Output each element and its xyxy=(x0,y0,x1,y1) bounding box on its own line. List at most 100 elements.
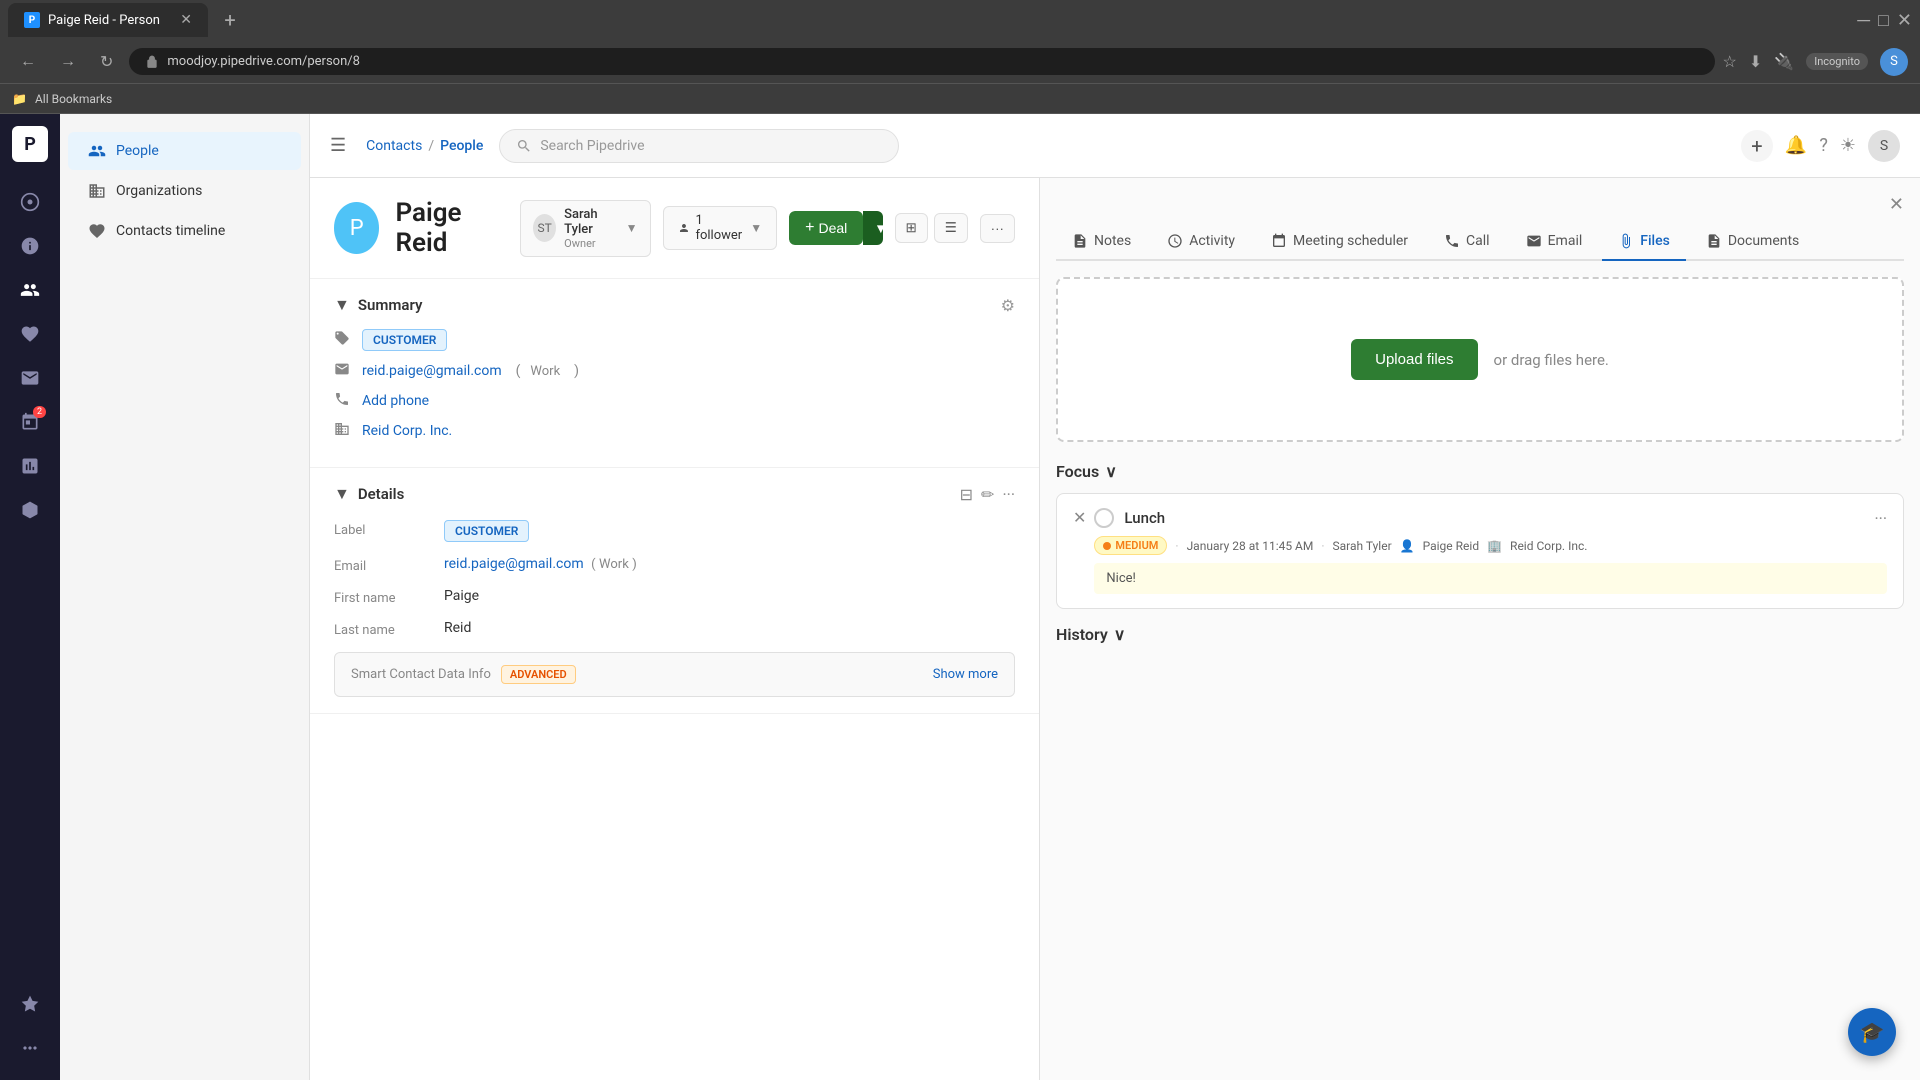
reload-button[interactable]: ↻ xyxy=(92,48,121,76)
deal-dropdown-button[interactable]: ▼ xyxy=(863,211,882,245)
sidebar: People Organizations Contacts timeline xyxy=(60,114,310,1080)
tab-documents[interactable]: Documents xyxy=(1690,223,1815,261)
company-icon-meta: 🏢 xyxy=(1487,539,1502,553)
url-display: moodjoy.pipedrive.com/person/8 xyxy=(167,54,360,69)
menu-toggle-icon[interactable]: ☰ xyxy=(330,135,346,156)
show-more-button[interactable]: Show more xyxy=(933,667,998,682)
download-icon[interactable]: ⬇ xyxy=(1749,52,1762,71)
settings-icon[interactable]: ☀ xyxy=(1840,135,1856,156)
back-button[interactable]: ← xyxy=(12,49,44,75)
activity-card-top: ✕ Lunch ··· xyxy=(1073,508,1887,594)
summary-settings-icon[interactable]: ⚙ xyxy=(1001,296,1015,315)
sidebar-item-people[interactable]: People xyxy=(68,132,301,170)
tab-email[interactable]: Email xyxy=(1510,223,1599,261)
search-bar[interactable]: Search Pipedrive xyxy=(499,129,899,163)
nav-reports-icon[interactable] xyxy=(10,446,50,486)
tab-activity[interactable]: Activity xyxy=(1151,223,1251,261)
maximize-button[interactable]: □ xyxy=(1878,10,1889,31)
nav-mail-icon[interactable] xyxy=(10,358,50,398)
profile-icon[interactable]: S xyxy=(1880,48,1908,76)
more-options-button[interactable]: ··· xyxy=(980,214,1015,243)
sidebar-item-organizations[interactable]: Organizations xyxy=(68,172,301,210)
owner-selector[interactable]: ST Sarah Tyler Owner ▼ xyxy=(520,200,650,257)
nav-rail: P 2 xyxy=(0,114,60,1080)
tab-meeting-scheduler[interactable]: Meeting scheduler xyxy=(1255,223,1424,261)
details-header: ▼ Details ⊟ ✏ ··· xyxy=(334,484,1015,504)
focus-chevron-icon: ∨ xyxy=(1105,462,1117,481)
tab-files[interactable]: Files xyxy=(1602,223,1686,261)
email-detail-type-label: Work xyxy=(599,557,629,572)
topbar: ☰ Contacts / People Search Pipedrive + 🔔… xyxy=(310,114,1920,178)
details-toggle[interactable]: ▼ xyxy=(334,484,350,504)
focus-header[interactable]: Focus ∨ xyxy=(1056,462,1904,481)
history-header[interactable]: History ∨ xyxy=(1056,625,1904,644)
extensions-icon[interactable]: 🔌 xyxy=(1774,52,1794,71)
people-icon xyxy=(88,142,106,160)
company-link[interactable]: Reid Corp. Inc. xyxy=(362,423,452,439)
nav-contacts-icon[interactable] xyxy=(10,270,50,310)
breadcrumb-contacts[interactable]: Contacts xyxy=(366,138,422,154)
bookmark-star-icon[interactable]: ☆ xyxy=(1723,52,1737,71)
more-details-icon[interactable]: ··· xyxy=(1002,485,1015,504)
list-view-button[interactable]: ☰ xyxy=(934,213,968,243)
notes-tab-icon xyxy=(1072,233,1088,249)
tab-close-button[interactable]: ✕ xyxy=(180,12,192,28)
email-detail-link[interactable]: reid.paige@gmail.com xyxy=(444,556,584,572)
focus-section: Focus ∨ ✕ Lunch ··· xyxy=(1056,462,1904,609)
help-widget-button[interactable]: 🎓 xyxy=(1848,1008,1896,1056)
tabs-row: Notes Activity Meeting scheduler Ca xyxy=(1056,223,1904,261)
help-icon[interactable]: ? xyxy=(1819,135,1828,156)
email-tab-icon xyxy=(1526,233,1542,249)
follower-button[interactable]: 1 follower ▼ xyxy=(663,206,778,250)
follower-count: 1 follower xyxy=(695,213,744,243)
summary-toggle[interactable]: ▼ xyxy=(334,295,350,315)
grid-view-button[interactable]: ⊞ xyxy=(895,213,928,243)
email-link[interactable]: reid.paige@gmail.com xyxy=(362,363,502,379)
summary-title: Summary xyxy=(358,296,423,314)
filter-icon[interactable]: ⊟ xyxy=(960,485,973,504)
nav-home-icon[interactable] xyxy=(10,182,50,222)
browser-tab[interactable]: P Paige Reid - Person ✕ xyxy=(8,3,208,37)
phone-row: Add phone xyxy=(334,391,1015,411)
nav-products-icon[interactable] xyxy=(10,490,50,530)
sidebar-item-contacts-timeline[interactable]: Contacts timeline xyxy=(68,212,301,250)
app-logo[interactable]: P xyxy=(12,126,48,162)
advanced-badge: ADVANCED xyxy=(501,665,576,684)
add-phone-button[interactable]: Add phone xyxy=(362,393,429,409)
nav-more-icon[interactable] xyxy=(10,1028,50,1068)
tab-title: Paige Reid - Person xyxy=(48,13,160,28)
nav-calendar-icon[interactable]: 2 xyxy=(10,402,50,442)
nav-automations-icon[interactable] xyxy=(10,984,50,1024)
user-avatar[interactable]: S xyxy=(1868,130,1900,162)
dismiss-button[interactable]: ✕ xyxy=(1073,508,1086,527)
content-area: P Paige Reid ST Sarah Tyler Owner ▼ xyxy=(310,178,1920,1080)
activity-owner: Sarah Tyler xyxy=(1333,539,1392,553)
activity-status-circle[interactable] xyxy=(1094,508,1114,528)
bookmarks-label[interactable]: All Bookmarks xyxy=(35,92,112,106)
tab-call[interactable]: Call xyxy=(1428,223,1506,261)
activity-date: January 28 at 11:45 AM xyxy=(1187,539,1314,553)
close-panel-button[interactable]: ✕ xyxy=(1889,194,1904,215)
company-icon xyxy=(334,421,352,441)
add-button[interactable]: + xyxy=(1741,130,1773,162)
history-section: History ∨ xyxy=(1056,625,1904,644)
notifications-icon[interactable]: 🔔 xyxy=(1785,135,1807,156)
bookmarks-folder-icon: 📁 xyxy=(12,92,27,106)
edit-icon[interactable]: ✏ xyxy=(981,485,994,504)
owner-role: Owner xyxy=(564,237,617,250)
nav-leads-icon[interactable] xyxy=(10,314,50,354)
tab-notes[interactable]: Notes xyxy=(1056,223,1147,261)
activity-more-button[interactable]: ··· xyxy=(1874,509,1887,528)
email-icon xyxy=(334,361,352,381)
label-field-label: Label xyxy=(334,520,444,542)
nav-deals-icon[interactable] xyxy=(10,226,50,266)
upload-files-button[interactable]: Upload files xyxy=(1351,339,1477,380)
activity-note: Nice! xyxy=(1094,563,1887,594)
minimize-button[interactable]: ─ xyxy=(1857,10,1870,31)
new-tab-button[interactable]: + xyxy=(216,6,244,34)
deal-button[interactable]: + Deal xyxy=(789,211,863,245)
close-window-button[interactable]: ✕ xyxy=(1897,10,1912,31)
forward-button[interactable]: → xyxy=(52,49,84,75)
upload-area: Upload files or drag files here. xyxy=(1056,277,1904,442)
address-bar[interactable]: moodjoy.pipedrive.com/person/8 xyxy=(129,48,1714,75)
